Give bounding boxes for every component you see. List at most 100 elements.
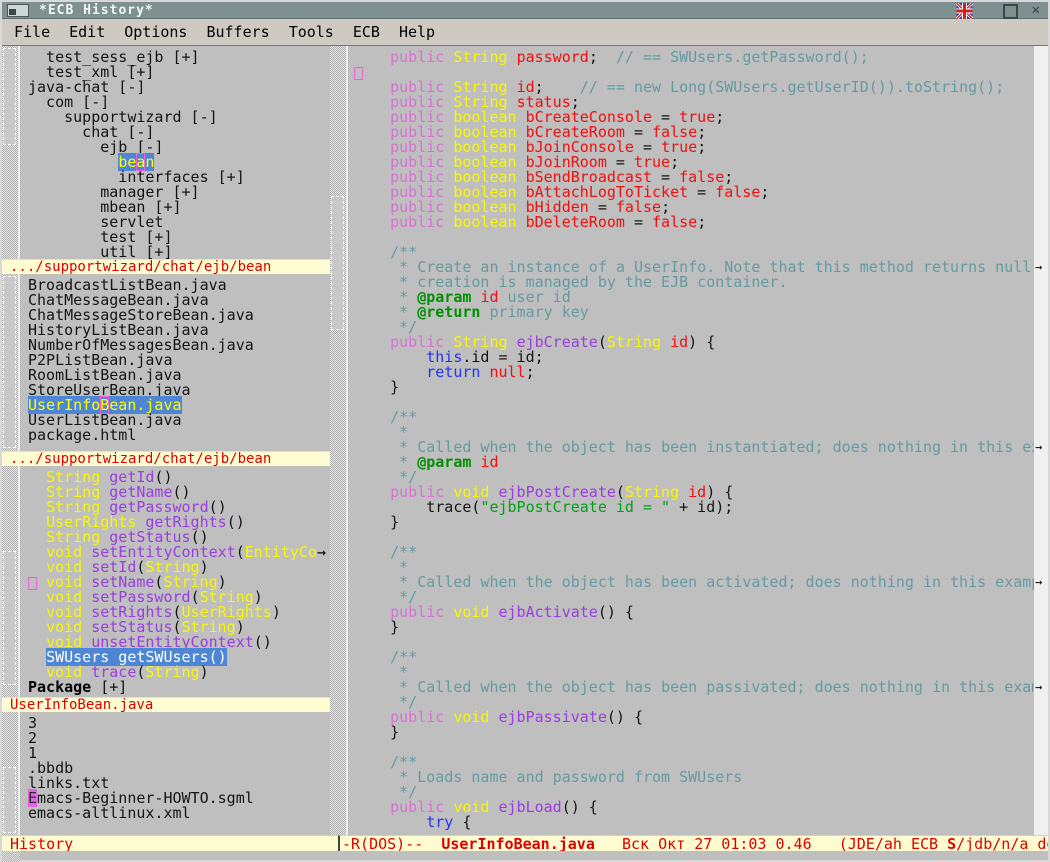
- line-truncated-arrow-icon: →: [1035, 575, 1047, 590]
- code-line[interactable]: }: [354, 515, 1048, 530]
- token: [354, 48, 390, 66]
- method-item[interactable]: Package [+]: [28, 680, 330, 695]
- token: try: [426, 813, 453, 831]
- code-line[interactable]: }: [354, 380, 1048, 395]
- code-line[interactable]: /**: [354, 410, 1048, 425]
- scrollbar-thumb[interactable]: [3, 276, 16, 448]
- close-button[interactable]: ✕: [1032, 2, 1040, 18]
- token: }: [354, 378, 399, 396]
- token: [444, 48, 453, 66]
- token: false: [652, 213, 697, 231]
- code-line[interactable]: [354, 230, 1048, 245]
- token: * Called when the object has been activa…: [354, 573, 1040, 591]
- menu-item-buffers[interactable]: Buffers: [206, 23, 269, 41]
- methods-scrollbar[interactable]: [2, 466, 20, 696]
- editor-modeline: -R(DOS)-- UserInfoBean.java Вск Окт 27 0…: [338, 835, 1048, 851]
- menu-item-tools[interactable]: Tools: [289, 23, 334, 41]
- code-line[interactable]: try {: [354, 815, 1048, 830]
- token: [354, 213, 390, 231]
- right-fringe: →→→→: [1034, 46, 1048, 835]
- code-line[interactable]: }: [354, 620, 1048, 635]
- directory-tree: test_sess_ejb [+] test_xml [+]java-chat …: [20, 46, 330, 259]
- echo-scrollbar-track: [2, 851, 20, 862]
- token: {: [453, 813, 471, 831]
- sources-list: BroadcastListBean.javaChatMessageBean.ja…: [20, 274, 330, 451]
- ecb-directories-panel: test_sess_ejb [+] test_xml [+]java-chat …: [2, 46, 330, 259]
- token: String: [453, 48, 507, 66]
- history-scrollbar[interactable]: [2, 712, 20, 836]
- minimize-icon: [9, 9, 16, 15]
- code-line[interactable]: public String password; // == SWUsers.ge…: [354, 50, 1048, 65]
- directories-scrollbar[interactable]: [2, 46, 20, 259]
- code-line[interactable]: /**: [354, 545, 1048, 560]
- code-line[interactable]: public boolean bDeleteRoom = false;: [354, 215, 1048, 230]
- history-item[interactable]: 2: [28, 731, 330, 746]
- scrollbar-thumb[interactable]: [3, 767, 16, 833]
- menu-item-options[interactable]: Options: [124, 23, 187, 41]
- code-line[interactable]: /**: [354, 650, 1048, 665]
- main-area: test_sess_ejb [+] test_xml [+]java-chat …: [2, 46, 1048, 835]
- history-item[interactable]: 1: [28, 746, 330, 761]
- token: Package: [28, 678, 91, 696]
- menu-item-file[interactable]: File: [14, 23, 50, 41]
- token: ) {: [688, 333, 715, 351]
- token: S: [947, 835, 956, 851]
- history-list: 321.bbdblinks.txtEmacs-Beginner-HOWTO.sg…: [20, 712, 330, 836]
- token: }: [354, 618, 399, 636]
- ecb-methods-panel: String getId() String getName() String g…: [2, 466, 330, 696]
- line-truncated-arrow-icon: →: [1035, 440, 1047, 455]
- code-line[interactable]: [354, 635, 1048, 650]
- history-item[interactable]: emacs-altlinux.xml: [28, 806, 330, 821]
- minimize-button[interactable]: [7, 4, 29, 17]
- token: }: [354, 513, 399, 531]
- token: ;: [526, 363, 535, 381]
- scrollbar-thumb[interactable]: [3, 551, 16, 685]
- code-line[interactable]: public void ejbPassivate() {: [354, 710, 1048, 725]
- code-line[interactable]: public void ejbActivate() {: [354, 605, 1048, 620]
- token: [444, 708, 453, 726]
- source-file-item[interactable]: package.html: [28, 428, 330, 443]
- token: [444, 213, 453, 231]
- methods-list: String getId() String getName() String g…: [20, 466, 330, 696]
- code-line[interactable]: }: [354, 725, 1048, 740]
- methods-panel-header: .../supportwizard/chat/ejb/bean: [2, 451, 330, 466]
- sources-scrollbar[interactable]: [2, 274, 20, 451]
- tree-node[interactable]: util [+]: [28, 245, 330, 259]
- echo-area[interactable]: [2, 851, 1048, 862]
- token: ;: [697, 213, 706, 231]
- code-line[interactable]: * Loads name and password from SWUsers: [354, 770, 1048, 785]
- code-line[interactable]: [354, 395, 1048, 410]
- code-line[interactable]: [354, 740, 1048, 755]
- maximize-button[interactable]: [1003, 4, 1018, 19]
- menu-item-edit[interactable]: Edit: [69, 23, 105, 41]
- menu-item-ecb[interactable]: ECB: [353, 23, 380, 41]
- scrollbar-thumb[interactable]: [3, 48, 16, 145]
- code-line[interactable]: * Called when the object has been activa…: [354, 575, 1048, 590]
- token: ;: [589, 48, 616, 66]
- menu-item-help[interactable]: Help: [399, 23, 435, 41]
- history-item[interactable]: 3: [28, 716, 330, 731]
- editor-scrollbar[interactable]: [330, 46, 348, 835]
- code-line[interactable]: * @return primary key: [354, 305, 1048, 320]
- uk-flag-keyboard-layout-icon[interactable]: [956, 3, 973, 19]
- token: Вск Окт 27 01:03 0.46 (JDE/ah ECB: [595, 835, 947, 851]
- titlebar[interactable]: *ECB History* ✕: [2, 2, 1048, 19]
- code-line[interactable]: [354, 530, 1048, 545]
- token: * Called when the object has been passiv…: [354, 678, 1040, 696]
- line-truncated-arrow-icon: →: [1035, 680, 1047, 695]
- token: null: [489, 363, 525, 381]
- token: () {: [598, 603, 634, 621]
- token: [489, 603, 498, 621]
- code-line[interactable]: return null;: [354, 365, 1048, 380]
- code-line[interactable]: * @param id: [354, 455, 1048, 470]
- token: (): [227, 513, 245, 531]
- token: package.html: [28, 426, 136, 444]
- token: →: [317, 543, 326, 561]
- code-line[interactable]: trace("ejbPostCreate id = " + id);: [354, 500, 1048, 515]
- scrollbar-thumb[interactable]: [331, 196, 344, 330]
- emacs-frame: *ECB History* ✕ File Edit Options Buffers To…: [0, 0, 1050, 862]
- editor-window[interactable]: public String password; // == SWUsers.ge…: [330, 46, 1048, 835]
- code-line[interactable]: * Called when the object has been passiv…: [354, 680, 1048, 695]
- token: return: [426, 363, 480, 381]
- token: ejbLoad: [499, 798, 562, 816]
